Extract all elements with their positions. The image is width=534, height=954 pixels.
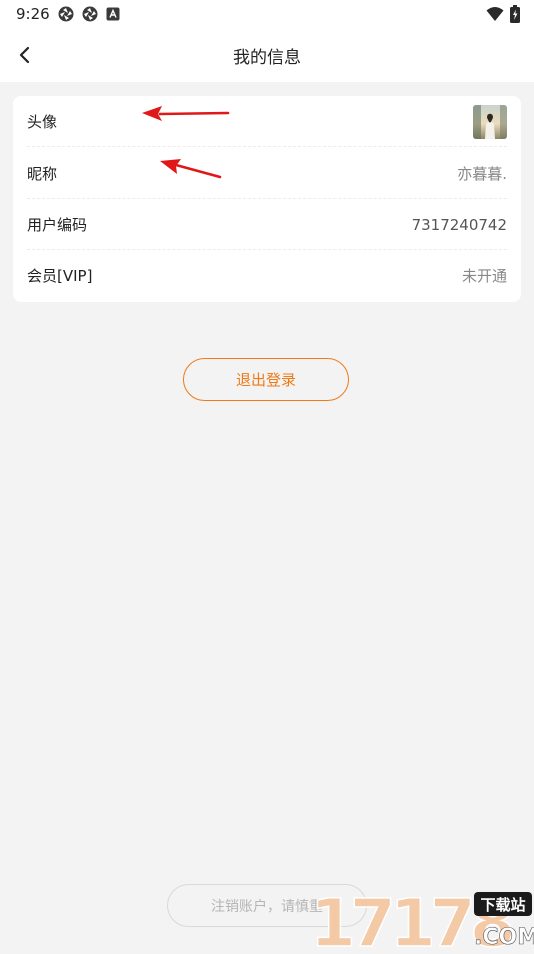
avatar-image [473, 104, 507, 139]
nav-bar: 我的信息 [0, 28, 534, 82]
nickname-value: 亦暮暮. [457, 165, 507, 183]
watermark-badge-text: 下载站 [480, 896, 525, 914]
profile-row-vip[interactable]: 会员[VIP] 未开通 [13, 250, 521, 301]
status-icons-right [486, 5, 520, 23]
watermark-logo: 17178 下载站 .COM [308, 884, 534, 954]
profile-row-user-id[interactable]: 用户编码 7317240742 [13, 199, 521, 250]
wifi-icon [486, 7, 504, 21]
app-notification-icon [106, 7, 120, 21]
profile-row-nickname[interactable]: 昵称 亦暮暮. [13, 148, 521, 199]
battery-icon [510, 5, 520, 23]
watermark-17178-logo: 17178 下载站 .COM [309, 884, 534, 954]
vip-status-value: 未开通 [461, 267, 507, 285]
page-title: 我的信息 [233, 48, 301, 68]
logout-button[interactable]: 退出登录 [183, 358, 349, 401]
row-label: 昵称 [27, 165, 58, 183]
aperture-icon [58, 6, 74, 22]
user-id-value: 7317240742 [411, 215, 507, 234]
watermark-suffix-text: .COM [474, 925, 534, 950]
status-time: 9:26 [16, 5, 50, 23]
status-icons-left [58, 6, 120, 22]
row-label: 会员[VIP] [27, 267, 93, 285]
profile-info-card: 头像 昵称 亦暮暮. 用户编码 7317240742 会员[VIP] 未开通 [13, 96, 521, 302]
aperture-icon [82, 6, 98, 22]
row-label: 用户编码 [27, 216, 88, 234]
profile-row-avatar[interactable]: 头像 [13, 96, 521, 147]
row-label: 头像 [27, 113, 58, 131]
avatar[interactable] [473, 104, 507, 139]
row-divider [27, 146, 507, 147]
status-bar: 9:26 [0, 0, 534, 28]
